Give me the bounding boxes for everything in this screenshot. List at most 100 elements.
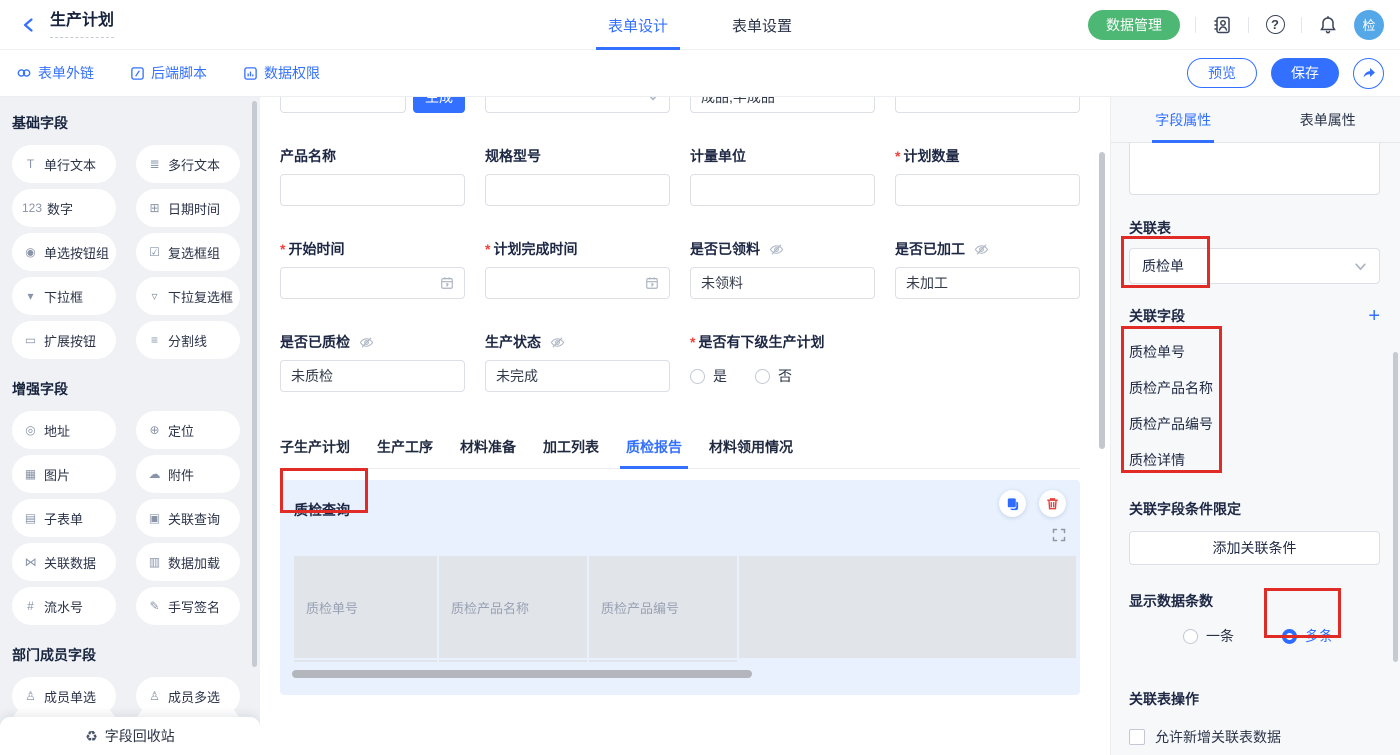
contacts-book-icon[interactable]	[1211, 14, 1233, 36]
column-header[interactable]: 质检产品名称	[439, 556, 587, 658]
sidebar-item-extend-button[interactable]: ▭扩展按钮	[12, 321, 116, 359]
preview-button[interactable]: 预览	[1187, 58, 1257, 88]
tab-form-design[interactable]: 表单设计	[608, 0, 668, 50]
sidebar-item-number[interactable]: 123数字	[12, 189, 116, 227]
sidebar-item-related-data[interactable]: ⋈关联数据	[12, 543, 116, 581]
extend-button-icon: ▭	[22, 333, 39, 347]
sidebar-item-single-line-text[interactable]: T单行文本	[12, 145, 116, 183]
display-count-option[interactable]: 一条	[1183, 626, 1234, 646]
field-label-text: 开始时间	[288, 239, 344, 259]
tab-form-properties[interactable]: 表单属性	[1256, 97, 1400, 142]
sub-column-header[interactable]: 工序序号	[589, 660, 737, 662]
detail-tab-process[interactable]: 生产工序	[377, 437, 433, 468]
sidebar-section-title: 增强字段	[0, 379, 260, 399]
field-input[interactable]	[895, 97, 1080, 113]
expand-widget-icon[interactable]	[1052, 528, 1066, 547]
tab-field-properties[interactable]: 字段属性	[1111, 97, 1256, 142]
title-input-partial[interactable]	[1129, 143, 1380, 195]
detail-tab-inspection-report[interactable]: 质检报告	[626, 437, 682, 468]
signature-icon: ✎	[146, 599, 163, 613]
field-input[interactable]	[280, 97, 406, 113]
sidebar-item-related-query[interactable]: ▣关联查询	[136, 499, 240, 537]
column-group-header[interactable]	[739, 556, 1076, 658]
sub-column-header[interactable]: 产品编号	[294, 660, 437, 662]
sidebar-item-checkbox-group[interactable]: ☑复选框组	[136, 233, 240, 271]
detail-tab-sub-plan[interactable]: 子生产计划	[280, 437, 350, 468]
column-header[interactable]: 质检产品编号	[589, 556, 737, 658]
field-input[interactable]	[485, 267, 670, 299]
field-input[interactable]	[895, 174, 1080, 206]
backend-script-link[interactable]: 后端脚本	[130, 63, 207, 83]
sidebar-item-data-load[interactable]: ▥数据加载	[136, 543, 240, 581]
sidebar-item-label: 日期时间	[168, 199, 220, 218]
share-arrow-icon	[1361, 65, 1377, 81]
sidebar-item-location[interactable]: ⊕定位	[136, 411, 240, 449]
sidebar-item-divider[interactable]: ≡分割线	[136, 321, 240, 359]
sidebar-item-address[interactable]: ◎地址	[12, 411, 116, 449]
sidebar-item-signature[interactable]: ✎手写签名	[136, 587, 240, 625]
field-label-text: 生产状态	[485, 332, 541, 352]
generate-button[interactable]: 生成	[413, 97, 465, 113]
sidebar-item-multi-select[interactable]: ▿下拉复选框	[136, 277, 240, 315]
field-input[interactable]: 未加工	[895, 267, 1080, 299]
field-input[interactable]	[690, 174, 875, 206]
field-input[interactable]: 未质检	[280, 360, 465, 392]
field-input[interactable]	[280, 174, 465, 206]
tab-form-settings[interactable]: 表单设置	[732, 0, 792, 50]
detail-tab-material-usage[interactable]: 材料领用情况	[709, 437, 793, 468]
field-category[interactable]: 成品,半成品	[690, 97, 875, 113]
sidebar-item-multi-line-text[interactable]: ≣多行文本	[136, 145, 240, 183]
properties-scrollbar[interactable]	[1393, 352, 1398, 662]
field-label: 规格型号	[485, 146, 670, 166]
sidebar-item-image[interactable]: ▦图片	[12, 455, 116, 493]
notification-bell-icon[interactable]	[1317, 14, 1339, 36]
allow-add-related-row[interactable]: 允许新增关联表数据	[1129, 727, 1380, 747]
save-button[interactable]: 保存	[1271, 58, 1339, 88]
canvas-scrollbar[interactable]	[1099, 152, 1105, 449]
sidebar-scrollbar[interactable]	[252, 101, 257, 667]
sidebar-item-serial-number[interactable]: #流水号	[12, 587, 116, 625]
related-field-item[interactable]: 质检单号	[1129, 342, 1380, 362]
field-input[interactable]: 未领料	[690, 267, 875, 299]
checkbox-icon[interactable]	[1129, 729, 1145, 745]
field-input[interactable]	[485, 174, 670, 206]
display-count-option[interactable]: 多条	[1282, 626, 1333, 646]
field-plan-qty: *计划数量	[895, 146, 1080, 206]
field-label: 是否已加工	[895, 239, 1080, 259]
sidebar-item-select[interactable]: ▾下拉框	[12, 277, 116, 315]
add-related-field-icon[interactable]: +	[1368, 307, 1380, 325]
form-external-link[interactable]: 表单外链	[16, 63, 94, 83]
help-icon[interactable]: ?	[1264, 14, 1286, 36]
copy-widget-button[interactable]	[999, 490, 1026, 517]
sidebar-item-radio-group[interactable]: ◉单选按钮组	[12, 233, 116, 271]
sub-column-header[interactable]: 产品名称	[439, 660, 587, 662]
delete-widget-button[interactable]	[1039, 490, 1066, 517]
field-recycle-bin-button[interactable]: ♻ 字段回收站	[0, 717, 260, 755]
related-field-item[interactable]: 质检产品编号	[1129, 414, 1380, 434]
sidebar-section-title: 部门成员字段	[0, 645, 260, 665]
user-avatar[interactable]: 检	[1354, 10, 1384, 40]
field-input[interactable]	[280, 267, 465, 299]
selected-related-query-widget[interactable]: 质检查询 质检单号	[280, 480, 1080, 695]
related-table-select[interactable]: 质检单	[1129, 248, 1380, 284]
radio-option[interactable]: 是	[690, 366, 727, 386]
column-header[interactable]: 质检单号	[294, 556, 437, 658]
field-input[interactable]: 未完成	[485, 360, 670, 392]
subform-title: 质检查询	[294, 500, 350, 520]
detail-tab-material-prep[interactable]: 材料准备	[460, 437, 516, 468]
data-permission-link[interactable]: 数据权限	[243, 63, 320, 83]
sidebar-item-subform[interactable]: ▤子表单	[12, 499, 116, 537]
field-label: *计划完成时间	[485, 239, 670, 259]
detail-tab-process-list[interactable]: 加工列表	[543, 437, 599, 468]
data-manage-button[interactable]: 数据管理	[1088, 10, 1180, 40]
radio-option[interactable]: 否	[755, 366, 792, 386]
related-field-item[interactable]: 质检产品名称	[1129, 378, 1380, 398]
related-field-item[interactable]: 质检详情	[1129, 450, 1380, 470]
sidebar-item-attachment[interactable]: ☁附件	[136, 455, 240, 493]
share-button[interactable]	[1353, 58, 1384, 89]
add-condition-button[interactable]: 添加关联条件	[1129, 531, 1380, 565]
sidebar-item-datetime[interactable]: ⊞日期时间	[136, 189, 240, 227]
back-button[interactable]	[16, 12, 42, 38]
subform-horizontal-scrollbar[interactable]	[292, 670, 752, 678]
field-select[interactable]	[485, 97, 670, 113]
